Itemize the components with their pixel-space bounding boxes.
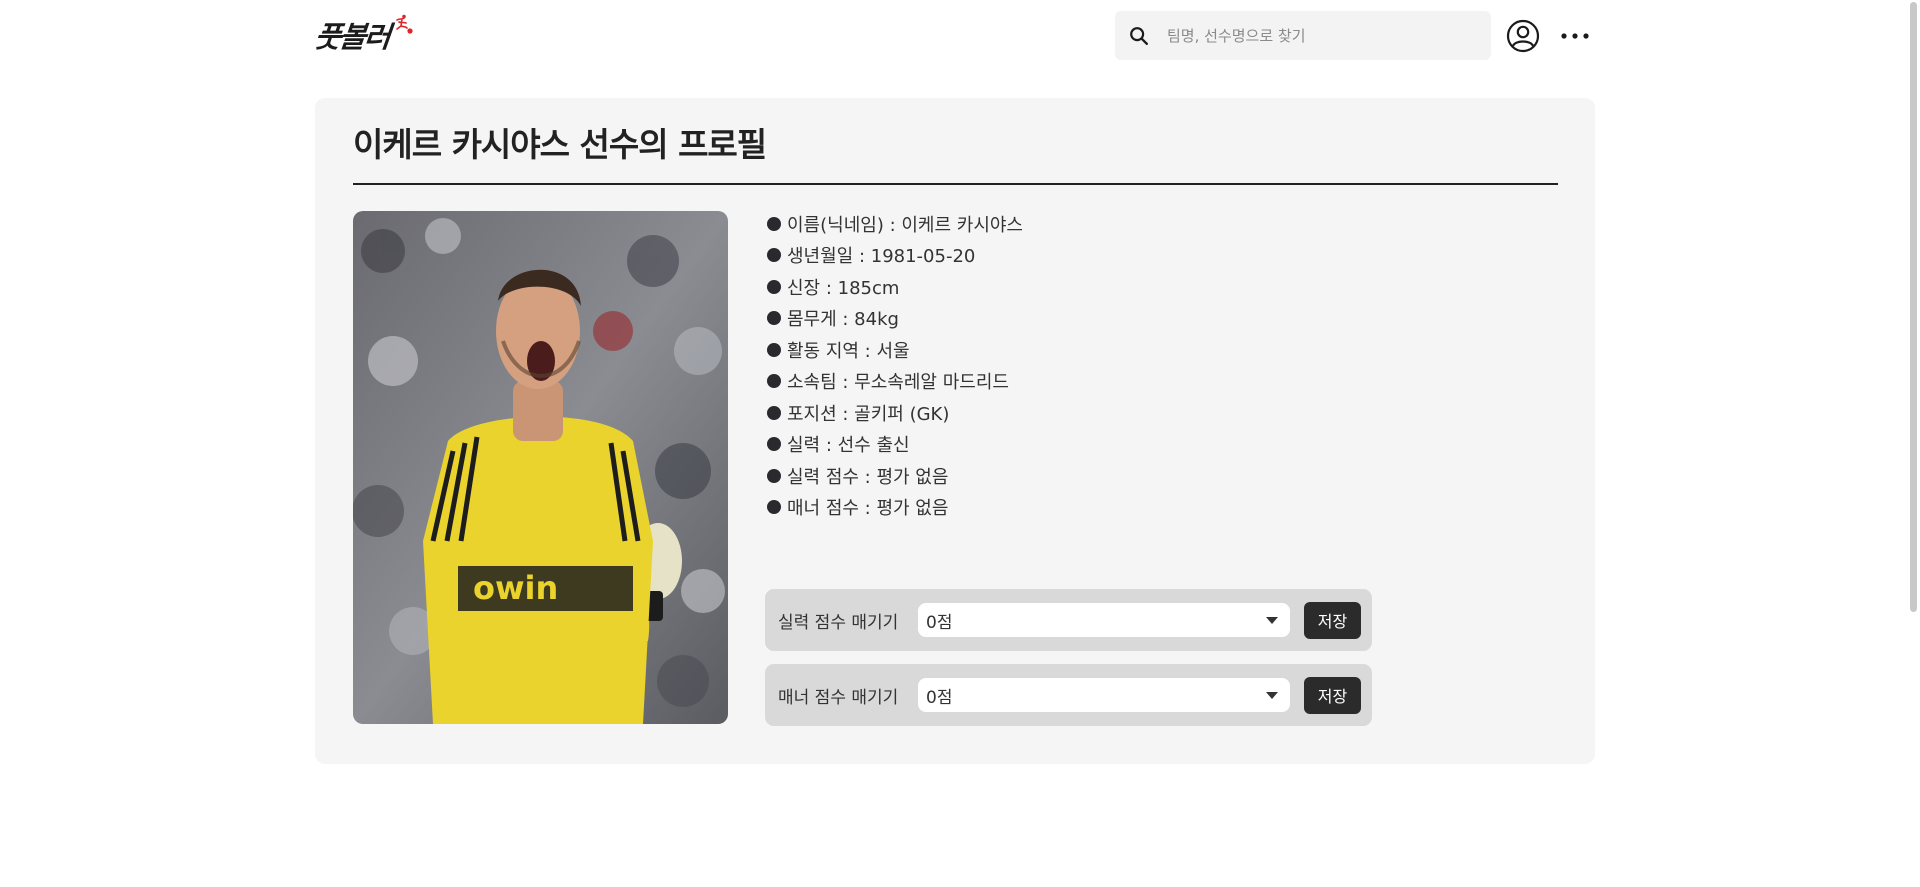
logo-text: 풋볼러 [313,20,391,54]
bullet-icon [767,342,781,357]
header: 풋볼러 [0,0,1920,72]
soccer-player-icon [396,14,413,34]
manner-score-value: 0점 [926,687,953,708]
info-weight: 몸무게 : 84kg [767,303,1023,335]
skill-save-button[interactable]: 저장 [1304,601,1361,639]
title-divider [353,183,1558,185]
manner-rating-label: 매너 점수 매기기 [778,687,899,708]
bullet-icon [767,405,781,420]
manner-save-button[interactable]: 저장 [1304,676,1361,714]
bullet-icon [767,374,781,389]
bullet-icon [767,279,781,294]
page-title: 이케르 카시야스 선수의 프로필 [353,125,767,164]
bullet-icon [767,216,781,231]
search-input[interactable] [1165,25,1469,46]
info-position: 포지션 : 골키퍼 (GK) [767,397,1023,429]
skill-rating-row: 실력 점수 매기기 0점 저장 [765,589,1372,651]
player-info-list: 이름(닉네임) : 이케르 카시야스 생년월일 : 1981-05-20 신장 … [767,208,1023,523]
bullet-icon [767,468,781,483]
info-region: 활동 지역 : 서울 [767,334,1023,366]
info-height: 신장 : 185cm [767,271,1023,303]
player-photo: owin [353,211,728,724]
search-icon[interactable] [1127,24,1151,48]
skill-score-select[interactable]: 0점 [918,603,1290,637]
page-scrollbar[interactable] [1910,2,1917,612]
caret-down-icon[interactable] [1266,616,1278,624]
logo[interactable]: 풋볼러 [313,14,415,56]
info-team: 소속팀 : 무소속레알 마드리드 [767,366,1023,398]
info-birthdate: 생년월일 : 1981-05-20 [767,240,1023,272]
info-skill: 실력 : 선수 출신 [767,429,1023,461]
profile-card: 이케르 카시야스 선수의 프로필 owin 이름(닉네임): 이케르 카시야스… [315,98,1595,764]
bullet-icon [767,311,781,326]
bullet-icon [767,500,781,515]
bullet-icon [767,248,781,263]
bullet-icon [767,437,781,452]
info-name: 이름(닉네임) : 이케르 카시야스 [767,208,1023,240]
player-photo-image: owin [353,211,728,724]
manner-rating-row: 매너 점수 매기기 0점 저장 [765,664,1372,726]
skill-score-value: 0점 [926,612,953,633]
jersey-sponsor: owin [473,569,558,607]
caret-down-icon[interactable] [1266,691,1278,699]
user-icon[interactable] [1506,19,1540,53]
info-manner-score: 매너 점수 : 평가 없음 [767,492,1023,524]
skill-rating-label: 실력 점수 매기기 [778,612,899,633]
search-bar[interactable] [1115,11,1491,60]
manner-score-select[interactable]: 0점 [918,678,1290,712]
info-skill-score: 실력 점수 : 평가 없음 [767,460,1023,492]
more-icon[interactable] [1560,26,1590,46]
